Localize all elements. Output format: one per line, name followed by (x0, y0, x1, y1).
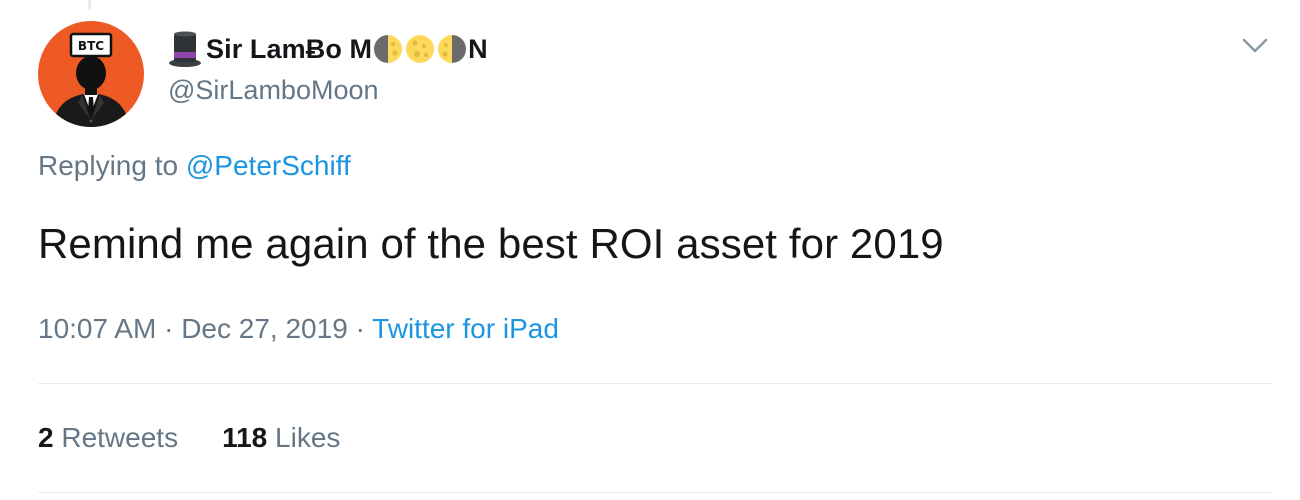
meta-separator: · (164, 313, 174, 344)
replying-to-label: Replying to (38, 150, 179, 181)
tweet-header: Sir Lam Ƀo M N @SirLamboMoon (168, 29, 488, 106)
display-name-row[interactable]: Sir Lam Ƀo M N (168, 29, 488, 69)
replying-mention-link[interactable]: @PeterSchiff (186, 150, 351, 181)
tweet-meta: 10:07 AM · Dec 27, 2019 · Twitter for iP… (38, 313, 559, 345)
first-quarter-moon-icon (374, 35, 403, 63)
likes-label: Likes (275, 422, 341, 453)
meta-separator: · (355, 313, 365, 344)
user-handle[interactable]: @SirLamboMoon (168, 75, 488, 106)
tweet-source-link[interactable]: Twitter for iPad (372, 313, 559, 344)
display-name-part-2: o M (325, 33, 373, 64)
tweet-text: Remind me again of the best ROI asset fo… (38, 220, 944, 267)
retweets-label: Retweets (61, 422, 179, 453)
retweets-stat[interactable]: 2 Retweets (38, 422, 178, 454)
chevron-down-icon[interactable] (1240, 34, 1270, 58)
divider (38, 492, 1272, 493)
avatar[interactable]: BTC (38, 21, 144, 127)
last-quarter-moon-icon (438, 35, 467, 63)
tweet-stats: 2 Retweets 118 Likes (38, 422, 384, 454)
tweet-time[interactable]: 10:07 AM (38, 313, 156, 344)
replying-to-line: Replying to @PeterSchiff (38, 150, 351, 182)
avatar-badge-text: BTC (78, 39, 104, 53)
thread-connector-line (88, 0, 91, 10)
top-hat-emoji-icon (169, 31, 201, 67)
display-name-bitcoin-b: Ƀ (305, 33, 326, 64)
tweet-date[interactable]: Dec 27, 2019 (181, 313, 348, 344)
divider (38, 383, 1272, 384)
retweets-count: 2 (38, 422, 54, 453)
full-moon-icon (406, 35, 435, 63)
likes-stat[interactable]: 118 Likes (222, 422, 340, 454)
display-name-part-1: Sir Lam (206, 33, 306, 64)
likes-count: 118 (222, 422, 268, 453)
display-name-part-3: N (468, 33, 488, 64)
avatar-illustration: BTC (52, 32, 130, 127)
